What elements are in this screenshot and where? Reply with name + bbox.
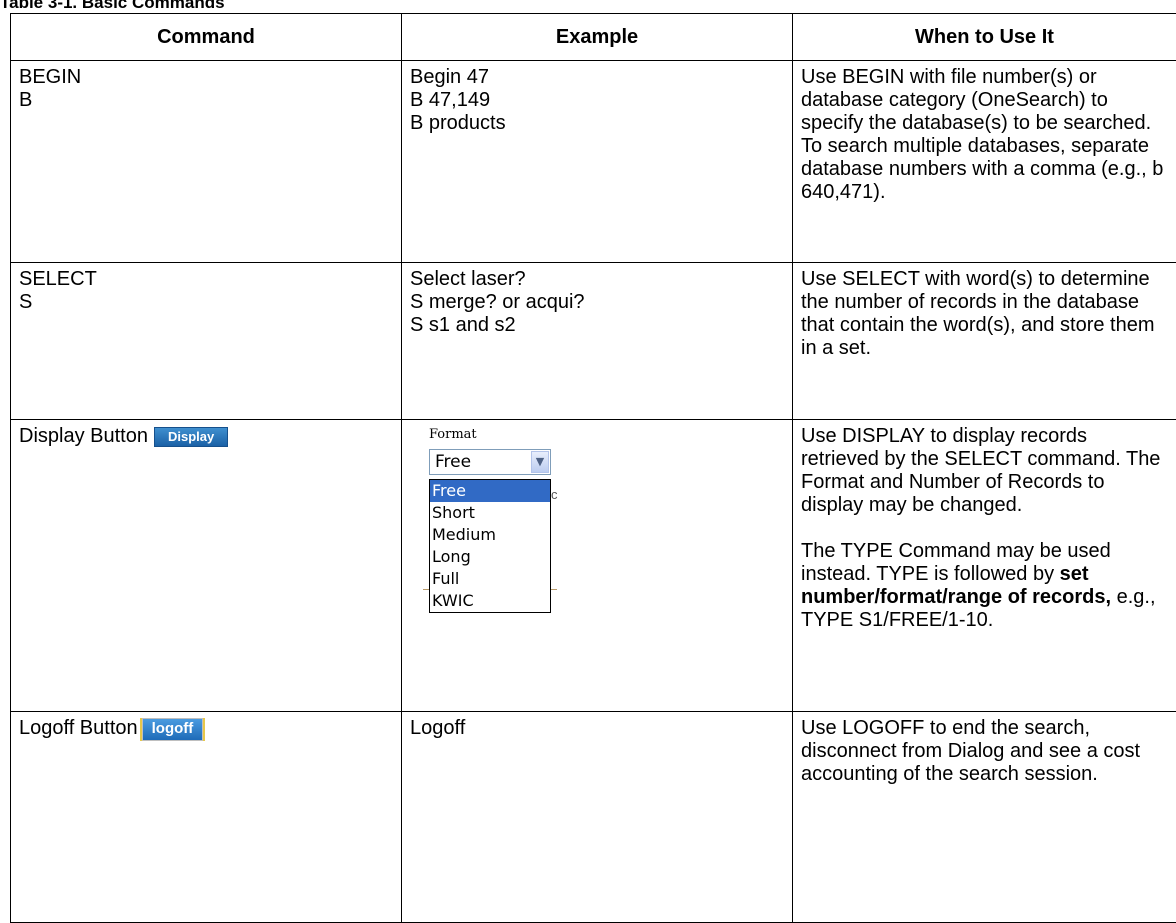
example-line: Begin 47 (410, 66, 489, 88)
table-row-logoff: Logoff Button logoff Logoff Use LOGOFF to… (10, 711, 1176, 923)
example-line: Logoff (410, 717, 466, 739)
table-row-select: SELECT S Select laser? S merge? or acqui… (10, 262, 1176, 420)
command-name: BEGIN (19, 66, 82, 88)
when-text-type: The TYPE Command may be used instead. TY… (801, 540, 1168, 632)
cell-command: Logoff Button logoff (10, 711, 402, 923)
cell-example: Begin 47 B 47,149 B products (401, 60, 793, 263)
cell-example: Select laser? S merge? or acqui? S s1 an… (401, 262, 793, 420)
format-option-short[interactable]: Short (430, 502, 550, 524)
when-text: Use SELECT with word(s) to determine the… (801, 268, 1155, 359)
when-text: Use DISPLAY to display records retrieved… (801, 425, 1161, 516)
cell-example: Logoff (401, 711, 793, 923)
cell-when: Use SELECT with word(s) to determine the… (792, 262, 1176, 420)
cell-when: Use DISPLAY to display records retrieved… (792, 419, 1176, 712)
logoff-button[interactable]: logoff (141, 718, 204, 741)
format-option-medium[interactable]: Medium (430, 524, 550, 546)
format-option-full[interactable]: Full (430, 568, 550, 590)
command-abbrev: S (19, 291, 33, 313)
header-when: When to Use It (792, 13, 1176, 61)
divider (551, 589, 557, 590)
command-abbrev: B (19, 89, 33, 111)
cell-example: Format Free ▼ c Free Short Medium Long F… (401, 419, 793, 712)
example-line: S merge? or acqui? (410, 291, 585, 313)
command-name: Logoff Button (19, 717, 138, 739)
table-caption: Table 3-1. Basic Commands (0, 0, 225, 12)
display-button[interactable]: Display (153, 427, 229, 447)
example-line: S s1 and s2 (410, 314, 516, 336)
header-command: Command (10, 13, 402, 61)
cell-when: Use LOGOFF to end the search, disconnect… (792, 711, 1176, 923)
basic-commands-table: Command Example When to Use It BEGIN B B… (10, 13, 1176, 923)
format-selected-value: Free (435, 452, 472, 472)
format-option-free[interactable]: Free (430, 480, 550, 502)
example-line: Select laser? (410, 268, 526, 290)
when-text: Use BEGIN with file number(s) or databas… (801, 66, 1164, 203)
command-name: Display Button (19, 425, 148, 447)
command-name: SELECT (19, 268, 97, 290)
header-example: Example (401, 13, 793, 61)
format-options-list: Free Short Medium Long Full KWIC (429, 479, 551, 613)
format-label: Format (429, 427, 477, 442)
table-row-begin: BEGIN B Begin 47 B 47,149 B products Use… (10, 60, 1176, 263)
example-line: B 47,149 (410, 89, 491, 111)
cell-command: SELECT S (10, 262, 402, 420)
table-header-row: Command Example When to Use It (10, 13, 1176, 61)
when-text: Use LOGOFF to end the search, disconnect… (801, 717, 1141, 785)
format-dropdown-example: Format Free ▼ c Free Short Medium Long F… (423, 427, 784, 613)
cell-when: Use BEGIN with file number(s) or databas… (792, 60, 1176, 263)
example-line: B products (410, 112, 506, 134)
obscured-text-fragment: c (551, 487, 558, 502)
cell-command: BEGIN B (10, 60, 402, 263)
format-select[interactable]: Free ▼ (429, 449, 551, 475)
chevron-down-icon[interactable]: ▼ (531, 451, 549, 473)
table-row-display: Display Button Display Format Free ▼ c Fr… (10, 419, 1176, 712)
format-option-long[interactable]: Long (430, 546, 550, 568)
cell-command: Display Button Display (10, 419, 402, 712)
format-option-kwic[interactable]: KWIC (430, 590, 550, 612)
